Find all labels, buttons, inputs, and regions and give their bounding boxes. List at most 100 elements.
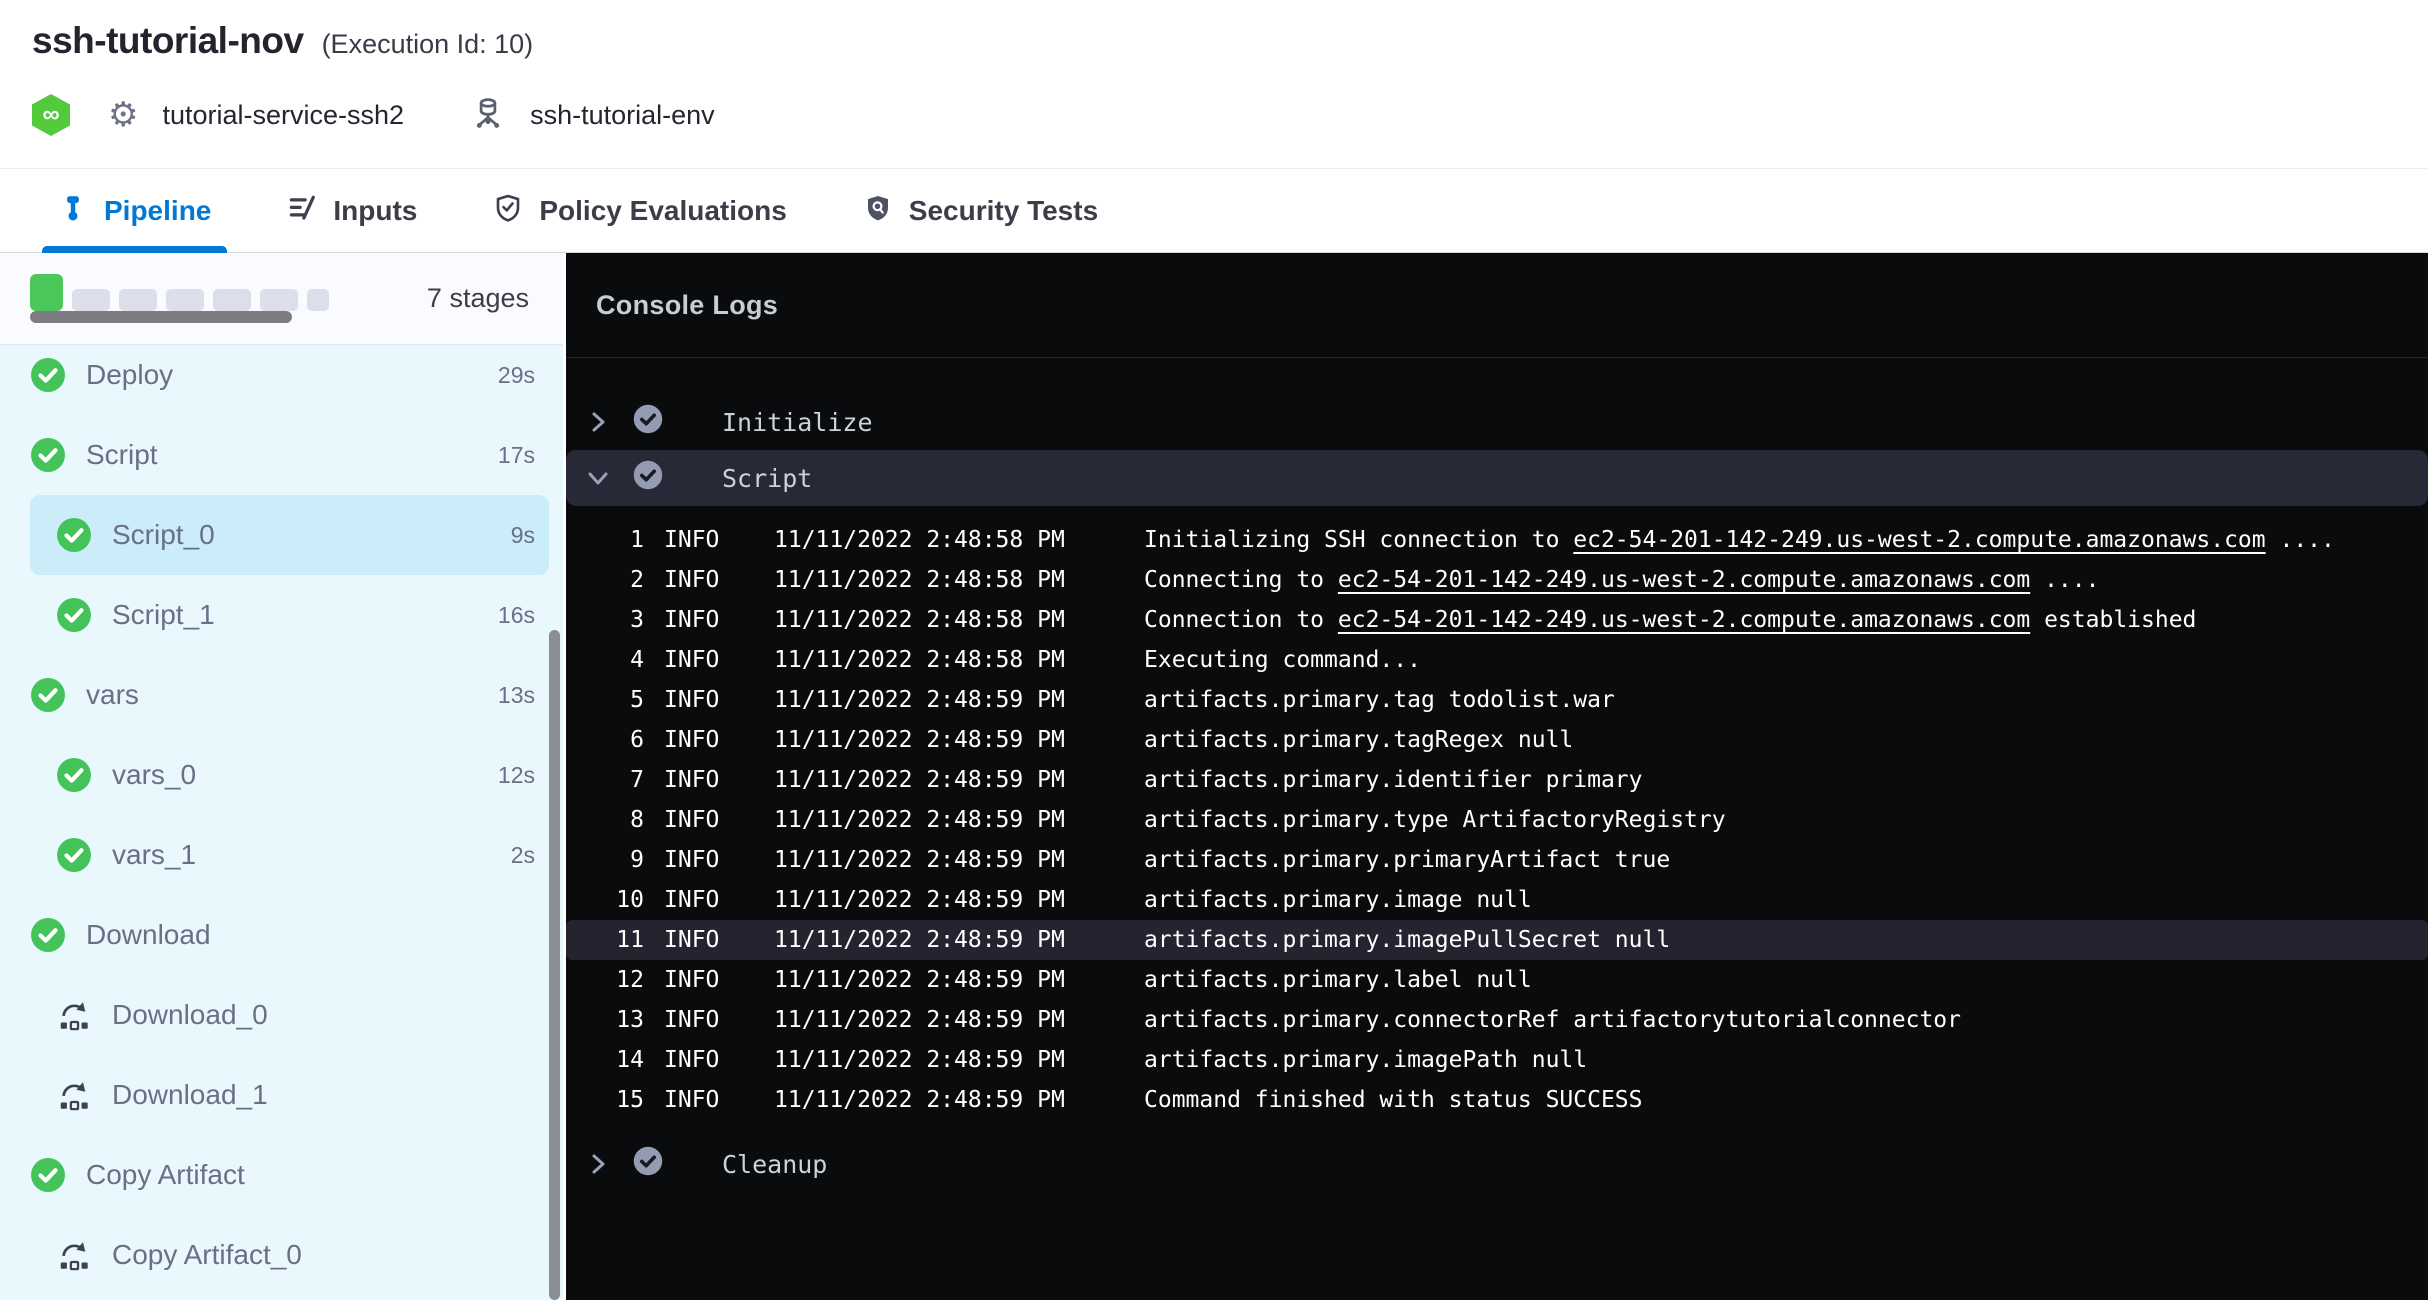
log-level: INFO [664, 847, 774, 873]
stage-row[interactable]: vars 13s [30, 655, 549, 735]
stage-row[interactable]: Script 17s [30, 415, 549, 495]
console-title: Console Logs [596, 290, 778, 321]
meta-row: ∞ ⚙ tutorial-service-ssh2 ssh-tutorial-e… [32, 94, 715, 136]
log-message: artifacts.primary.imagePullSecret null [1144, 927, 1670, 953]
log-level: INFO [664, 567, 774, 593]
log-host-link[interactable]: ec2-54-201-142-249.us-west-2.compute.ama… [1338, 607, 2030, 633]
log-line: 7 INFO 11/11/2022 2:48:59 PM artifacts.p… [566, 760, 2428, 800]
minimap-segment[interactable] [119, 289, 157, 311]
infinity-glyph: ∞ [42, 101, 59, 129]
minimap-segment[interactable] [166, 289, 204, 311]
stage-duration: 29s [498, 362, 535, 389]
log-timestamp: 11/11/2022 2:48:59 PM [774, 967, 1144, 993]
stage-row[interactable]: Script_0 9s [30, 495, 549, 575]
log-line-number: 11 [566, 927, 644, 953]
log-level: INFO [664, 527, 774, 553]
console-panel: Console Logs Initialize [566, 253, 2428, 1300]
log-level: INFO [664, 807, 774, 833]
log-message-text: artifacts.primary.label null [1144, 967, 1532, 993]
log-message: artifacts.primary.type ArtifactoryRegist… [1144, 807, 1726, 833]
log-message: Command finished with status SUCCESS [1144, 1087, 1643, 1113]
app-root: ssh-tutorial-nov (Execution Id: 10) ∞ ⚙ … [0, 0, 2428, 1300]
minimap-segment[interactable] [72, 289, 110, 311]
log-message: artifacts.primary.tagRegex null [1144, 727, 1573, 753]
tab-security-tests[interactable]: Security Tests [863, 169, 1098, 252]
log-line-number: 7 [566, 767, 644, 793]
log-level: INFO [664, 687, 774, 713]
log-timestamp: 11/11/2022 2:48:59 PM [774, 767, 1144, 793]
log-section-initialize[interactable]: Initialize [566, 394, 2428, 450]
stage-success-icon [56, 517, 92, 553]
log-message-text: artifacts.primary.identifier primary [1144, 767, 1643, 793]
log-line-number: 1 [566, 527, 644, 553]
sidebar-scrollbar[interactable] [549, 630, 560, 1300]
stages-summary: 7 stages [0, 253, 563, 345]
execution-header: ssh-tutorial-nov (Execution Id: 10) ∞ ⚙ … [0, 0, 2428, 168]
log-message-text: Initializing SSH connection to [1144, 527, 1573, 553]
stage-minimap[interactable] [30, 274, 329, 323]
stage-label: Script [86, 439, 158, 471]
log-line-number: 12 [566, 967, 644, 993]
stages-sidebar: Deploy 29s Script 17s [0, 253, 563, 1300]
minimap-scrollbar[interactable] [30, 311, 292, 323]
minimap-segment[interactable] [213, 289, 251, 311]
stage-row[interactable]: vars_1 2s [30, 815, 549, 895]
environment-icon [470, 95, 506, 136]
stage-label: Download [86, 919, 211, 951]
log-message-text: Command finished with status SUCCESS [1144, 1087, 1643, 1113]
log-line-number: 3 [566, 607, 644, 633]
service-name: tutorial-service-ssh2 [162, 100, 404, 131]
stage-success-icon [30, 917, 66, 953]
log-line: 2 INFO 11/11/2022 2:48:58 PM Connecting … [566, 560, 2428, 600]
log-timestamp: 11/11/2022 2:48:58 PM [774, 567, 1144, 593]
tab-pipeline[interactable]: Pipeline [58, 169, 211, 252]
stage-row[interactable]: Download [30, 895, 549, 975]
log-level: INFO [664, 607, 774, 633]
log-section-cleanup[interactable]: Cleanup [566, 1136, 2428, 1192]
log-message: artifacts.primary.label null [1144, 967, 1532, 993]
log-message-text: artifacts.primary.imagePullSecret null [1144, 927, 1670, 953]
stage-success-icon [30, 677, 66, 713]
log-timestamp: 11/11/2022 2:48:59 PM [774, 807, 1144, 833]
stage-row[interactable]: Deploy 29s [30, 335, 549, 415]
tab-policy-evaluations[interactable]: Policy Evaluations [493, 169, 786, 252]
log-line: 15 INFO 11/11/2022 2:48:59 PM Command fi… [566, 1080, 2428, 1120]
log-host-link[interactable]: ec2-54-201-142-249.us-west-2.compute.ama… [1573, 527, 2265, 553]
console-body: Initialize Script 1 [566, 358, 2428, 1192]
stage-duration: 12s [498, 762, 535, 789]
minimap-segment[interactable] [307, 289, 329, 311]
console-header: Console Logs [566, 253, 2428, 358]
log-line-number: 8 [566, 807, 644, 833]
log-message: artifacts.primary.tag todolist.war [1144, 687, 1615, 713]
stage-success-icon [56, 757, 92, 793]
log-message: Executing command... [1144, 647, 1421, 673]
log-message: artifacts.primary.connectorRef artifacto… [1144, 1007, 1961, 1033]
stage-row[interactable]: Copy Artifact_0 [30, 1215, 549, 1295]
stage-loop-icon [56, 1237, 92, 1273]
log-line: 1 INFO 11/11/2022 2:48:58 PM Initializin… [566, 520, 2428, 560]
log-level: INFO [664, 1047, 774, 1073]
minimap-segment[interactable] [260, 289, 298, 311]
stage-row[interactable]: vars_0 12s [30, 735, 549, 815]
tab-pipeline-label: Pipeline [104, 195, 211, 227]
tab-security-tests-label: Security Tests [909, 195, 1098, 227]
stage-success-icon [30, 357, 66, 393]
stage-row[interactable]: Download_0 [30, 975, 549, 1055]
log-section-script[interactable]: Script [566, 450, 2428, 506]
tab-inputs[interactable]: Inputs [287, 169, 417, 252]
execution-tabs: Pipeline Inputs [0, 168, 2428, 253]
log-line-number: 6 [566, 727, 644, 753]
log-message: Connection to ec2-54-201-142-249.us-west… [1144, 607, 2196, 633]
log-line: 6 INFO 11/11/2022 2:48:59 PM artifacts.p… [566, 720, 2428, 760]
stage-row[interactable]: Download_1 [30, 1055, 549, 1135]
log-host-link[interactable]: ec2-54-201-142-249.us-west-2.compute.ama… [1338, 567, 2030, 593]
log-line-number: 2 [566, 567, 644, 593]
stage-label: Script_1 [112, 599, 215, 631]
log-message-text: .... [2030, 567, 2099, 593]
stage-row[interactable]: Copy Artifact [30, 1135, 549, 1215]
section-label-script: Script [722, 464, 812, 493]
minimap-segment[interactable] [30, 274, 63, 311]
log-level: INFO [664, 727, 774, 753]
log-timestamp: 11/11/2022 2:48:59 PM [774, 1047, 1144, 1073]
stage-row[interactable]: Script_1 16s [30, 575, 549, 655]
